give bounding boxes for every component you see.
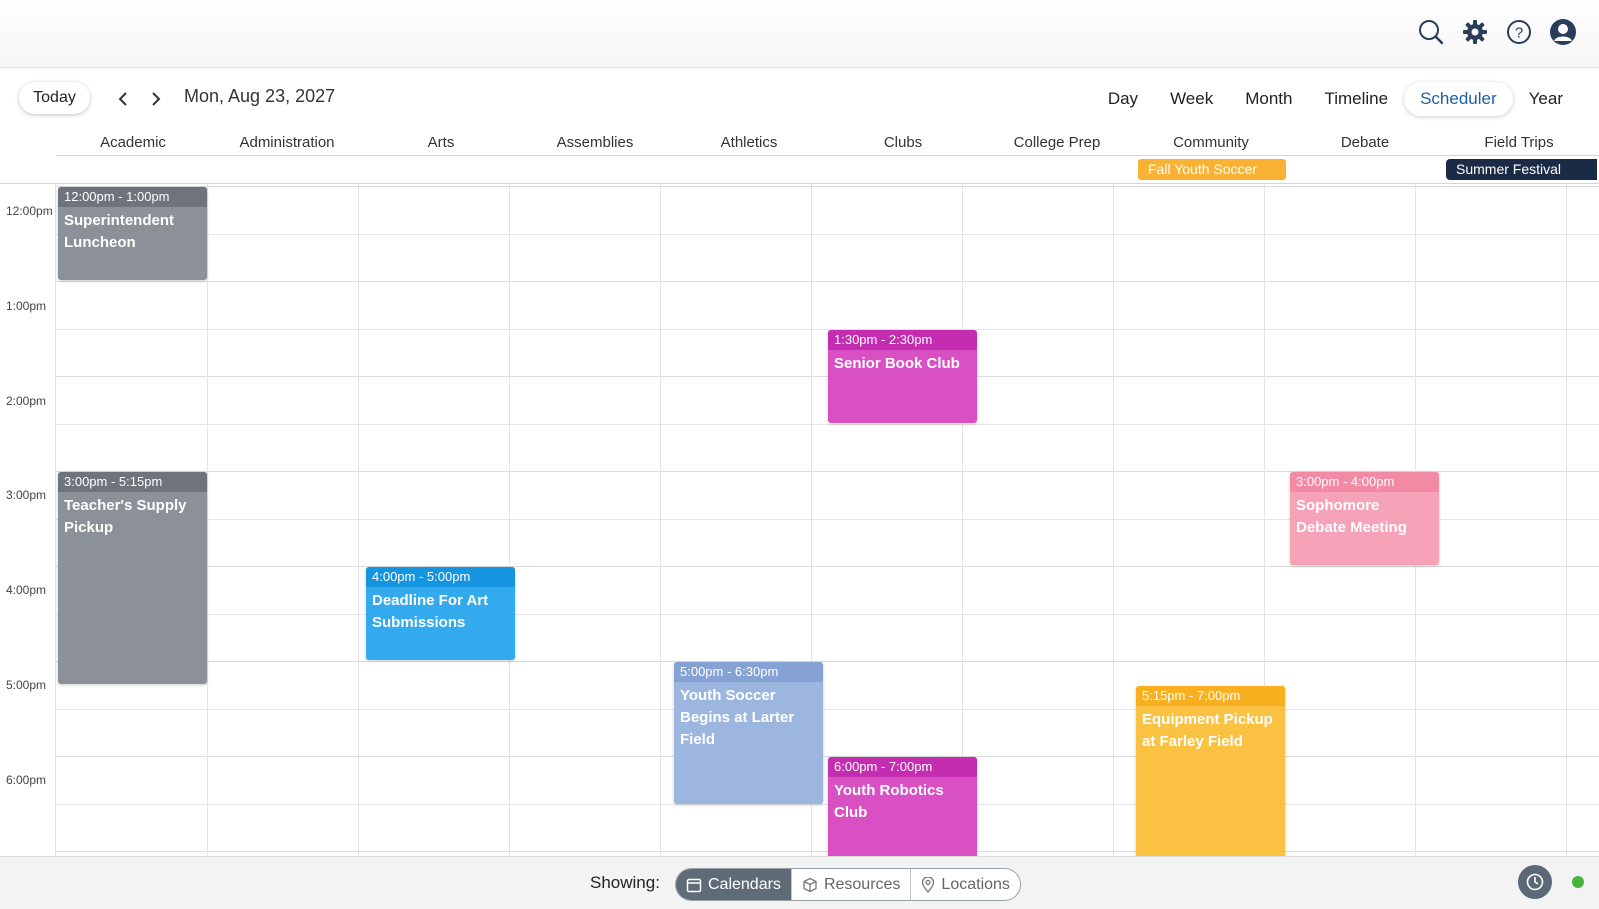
- segment-label: Locations: [941, 875, 1010, 893]
- event-time: 12:00pm - 1:00pm: [58, 187, 207, 207]
- view-timeline[interactable]: Timeline: [1308, 82, 1404, 116]
- resource-header-row: Academic Administration Arts Assemblies …: [56, 130, 1599, 156]
- column-divider: [962, 184, 963, 856]
- column-divider: [207, 184, 208, 856]
- segment-resources[interactable]: Resources: [792, 869, 912, 900]
- event-time: 3:00pm - 5:15pm: [58, 472, 207, 492]
- showing-label: Showing:: [590, 873, 660, 892]
- event-time: 4:00pm - 5:00pm: [366, 567, 515, 587]
- grid-line: [56, 424, 1599, 425]
- grid-line: [56, 709, 1599, 710]
- event-time: 3:00pm - 4:00pm: [1290, 472, 1439, 492]
- clock-icon[interactable]: [1518, 865, 1552, 899]
- time-label: 6:00pm: [6, 773, 47, 787]
- resource-header: Athletics: [720, 134, 778, 151]
- footer-bar: Showing: Calendars Resources Locations: [0, 856, 1599, 909]
- time-label: 5:00pm: [6, 678, 47, 692]
- all-day-event[interactable]: Summer Festival: [1446, 159, 1597, 180]
- event-time: 1:30pm - 2:30pm: [828, 330, 977, 350]
- event-card[interactable]: 3:00pm - 5:15pm Teacher's Supply Pickup: [58, 472, 207, 684]
- location-pin-icon: [922, 876, 935, 893]
- search-icon[interactable]: [1415, 16, 1447, 48]
- event-title: Senior Book Club: [834, 355, 960, 372]
- gear-icon[interactable]: [1459, 16, 1491, 48]
- help-icon[interactable]: ?: [1503, 16, 1535, 48]
- resource-header: College Prep: [1013, 134, 1101, 151]
- event-card[interactable]: 4:00pm - 5:00pm Deadline For Art Submiss…: [366, 567, 515, 660]
- grid-line: [56, 281, 1599, 282]
- resource-header: Arts: [427, 134, 455, 151]
- grid-line: [56, 329, 1599, 330]
- view-switcher: Day Week Month Timeline Scheduler Year: [1092, 82, 1579, 116]
- grid-line: [56, 566, 1599, 567]
- top-header: ?: [0, 0, 1599, 68]
- all-day-row: Fall Youth Soccer Summer Festival: [0, 156, 1599, 184]
- event-time: 5:00pm - 6:30pm: [674, 662, 823, 682]
- resource-header: Clubs: [883, 134, 923, 151]
- view-week[interactable]: Week: [1154, 82, 1229, 116]
- event-card[interactable]: 5:00pm - 6:30pm Youth Soccer Begins at L…: [674, 662, 823, 804]
- resource-header: Administration: [239, 134, 335, 151]
- resource-header: Academic: [100, 134, 166, 151]
- resource-header: Assemblies: [556, 134, 634, 151]
- event-card[interactable]: 5:15pm - 7:00pm Equipment Pickup at Farl…: [1136, 686, 1285, 856]
- event-title: Sophomore Debate Meeting: [1296, 497, 1407, 536]
- event-title: Superintendent Luncheon: [64, 212, 175, 251]
- chevron-right-icon[interactable]: [146, 88, 166, 110]
- event-card[interactable]: 6:00pm - 7:00pm Youth Robotics Club: [828, 757, 977, 856]
- column-divider: [660, 184, 661, 856]
- event-time: 5:15pm - 7:00pm: [1136, 686, 1285, 706]
- view-month[interactable]: Month: [1229, 82, 1308, 116]
- column-divider: [1113, 184, 1114, 856]
- resource-header: Field Trips: [1484, 134, 1554, 151]
- column-divider: [358, 184, 359, 856]
- event-time: 6:00pm - 7:00pm: [828, 757, 977, 777]
- header-actions: ?: [1415, 16, 1579, 48]
- calendar-icon: [686, 878, 702, 892]
- segment-label: Calendars: [708, 875, 781, 893]
- view-day[interactable]: Day: [1092, 82, 1154, 116]
- all-day-event[interactable]: Fall Youth Soccer: [1138, 159, 1286, 180]
- time-label: 4:00pm: [6, 583, 47, 597]
- event-card[interactable]: 1:30pm - 2:30pm Senior Book Club: [828, 330, 977, 423]
- grid-line: [56, 234, 1599, 235]
- grid-line: [56, 614, 1599, 615]
- current-date: Mon, Aug 23, 2027: [184, 86, 336, 106]
- grid-line: [56, 756, 1599, 757]
- svg-text:?: ?: [1515, 25, 1523, 42]
- segment-locations[interactable]: Locations: [911, 869, 1020, 900]
- calendar-toolbar: Today Mon, Aug 23, 2027 Day Week Month T…: [0, 68, 1599, 130]
- segment-label: Resources: [823, 875, 901, 893]
- time-label: 12:00pm: [6, 204, 53, 218]
- status-indicator: [1572, 876, 1584, 888]
- time-label: 1:00pm: [6, 299, 47, 313]
- time-label: 2:00pm: [6, 394, 47, 408]
- scheduler-grid: 12:00pm 1:00pm 2:00pm 3:00pm 4:00pm 5:00…: [0, 184, 1599, 856]
- grid-line: [56, 186, 1599, 187]
- cube-icon: [803, 877, 817, 892]
- today-button[interactable]: Today: [19, 82, 90, 114]
- time-gutter: 12:00pm 1:00pm 2:00pm 3:00pm 4:00pm 5:00…: [0, 184, 56, 856]
- segment-calendars[interactable]: Calendars: [676, 869, 792, 900]
- time-label: 3:00pm: [6, 488, 47, 502]
- column-divider: [1566, 184, 1567, 856]
- view-scheduler[interactable]: Scheduler: [1404, 82, 1513, 116]
- resource-header: Debate: [1340, 134, 1390, 151]
- user-icon[interactable]: [1547, 16, 1579, 48]
- grid-line: [56, 661, 1599, 662]
- resource-header: Community: [1173, 134, 1249, 151]
- event-card[interactable]: 3:00pm - 4:00pm Sophomore Debate Meeting: [1290, 472, 1439, 565]
- event-title: Youth Robotics Club: [834, 782, 944, 821]
- event-title: Deadline For Art Submissions: [372, 592, 489, 631]
- showing-toggle: Calendars Resources Locations: [675, 868, 1021, 901]
- event-title: Teacher's Supply Pickup: [64, 497, 187, 536]
- view-year[interactable]: Year: [1513, 82, 1579, 116]
- column-divider: [509, 184, 510, 856]
- chevron-left-icon[interactable]: [113, 88, 133, 110]
- event-title: Equipment Pickup at Farley Field: [1142, 711, 1273, 750]
- event-title: Youth Soccer Begins at Larter Field: [680, 687, 795, 748]
- event-card[interactable]: 12:00pm - 1:00pm Superintendent Luncheon: [58, 187, 207, 280]
